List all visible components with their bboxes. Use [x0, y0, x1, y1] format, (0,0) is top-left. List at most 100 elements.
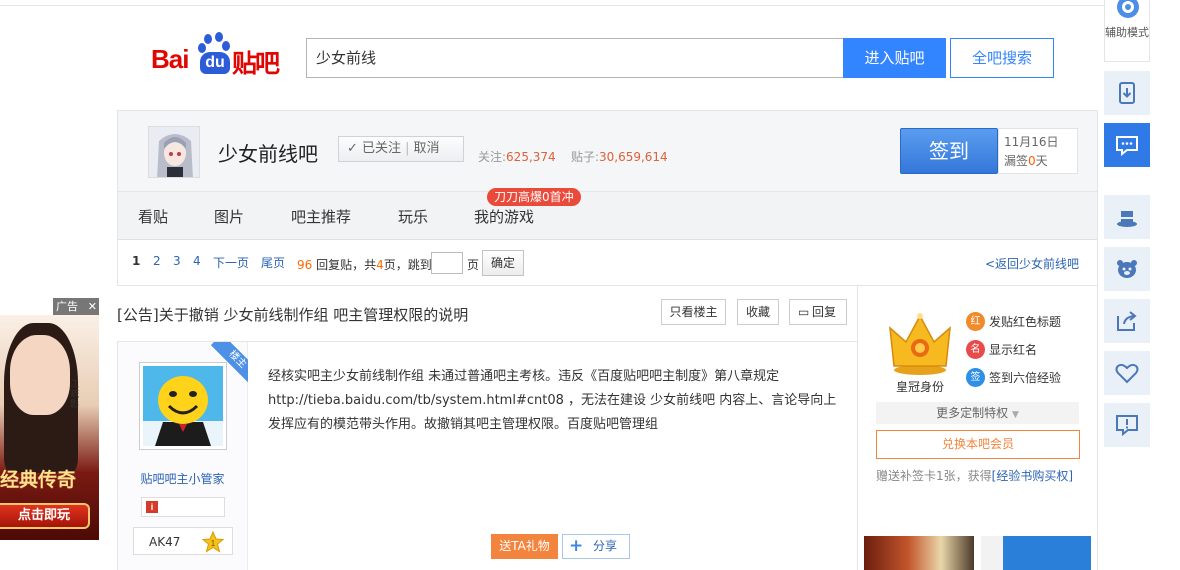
ad-tag: 广告 ✕	[53, 298, 99, 315]
more-privileges-toggle[interactable]: 更多定制特权 ▼	[876, 402, 1079, 424]
unfollow-label[interactable]: 取消	[413, 141, 439, 156]
app-download-button[interactable]	[1104, 71, 1150, 115]
page-1: 1	[132, 254, 141, 268]
heart-icon	[1115, 363, 1139, 384]
reply-button[interactable]: ▭ 回复	[789, 299, 847, 325]
collect-button[interactable]: 收藏	[737, 299, 779, 325]
thread-title: [公告]关于撤销 少女前线制作组 吧主管理权限的说明	[117, 306, 469, 324]
jump-confirm-button[interactable]: 确定	[482, 250, 524, 276]
top-divider	[0, 5, 1104, 6]
magic-hat-button[interactable]	[1104, 195, 1150, 239]
assist-label: 辅助模式	[1105, 26, 1149, 39]
follow-separator: |	[405, 141, 410, 156]
search-all-button[interactable]: 全吧搜索	[950, 38, 1054, 78]
assist-icon	[1117, 0, 1139, 18]
chat-icon	[1116, 136, 1138, 157]
ad-title: 经典传奇	[0, 469, 77, 491]
ad-figure-face	[10, 335, 70, 415]
author-name[interactable]: 贴吧吧主小管家	[117, 470, 248, 487]
level-name: AK47	[149, 535, 181, 549]
tab-posts[interactable]: 看贴	[138, 206, 168, 227]
red-name-icon: 名	[966, 340, 985, 359]
crown-icon[interactable]	[888, 310, 952, 376]
logo-du: du	[200, 52, 230, 74]
assist-mode-button[interactable]: 辅助模式	[1104, 0, 1150, 62]
plus-icon: +	[569, 536, 584, 556]
page-4[interactable]: 4	[193, 254, 201, 268]
logo-bai: Bai	[151, 44, 189, 74]
missed-days: 漏签0天	[1004, 154, 1048, 168]
check-icon: ✓	[347, 141, 358, 156]
logo-paw-2	[215, 32, 223, 42]
followers-count: 625,374	[506, 150, 556, 164]
close-icon[interactable]: ✕	[88, 298, 97, 315]
baidu-tieba-logo[interactable]: Bai du 贴吧	[151, 32, 291, 78]
favorite-button[interactable]	[1104, 351, 1150, 395]
gift-card-text: 赠送补签卡1张，获得[经验书购买权]	[876, 469, 1074, 483]
enter-forum-button[interactable]: 进入贴吧	[843, 38, 946, 78]
sign-date: 11月16日	[1004, 135, 1059, 149]
share-button[interactable]: + 分享	[562, 534, 630, 559]
follow-button[interactable]: ✓ 已关注 | 取消	[338, 136, 464, 162]
content-line-3: 发挥应有的模范带头作用。故撤销其吧主管理权限。百度贴吧管理组	[268, 417, 659, 432]
last-page-link[interactable]: 尾页	[261, 254, 285, 271]
forum-avatar[interactable]	[148, 126, 200, 178]
level-box[interactable]: AK47 1	[133, 527, 233, 555]
report-button[interactable]	[1104, 403, 1150, 447]
logo-tieba: 贴吧	[232, 49, 280, 78]
sign-in-button[interactable]: 签到	[900, 128, 998, 174]
message-button[interactable]	[1104, 123, 1150, 167]
sign-exp-icon: 签	[966, 368, 985, 387]
svg-text:1: 1	[211, 539, 216, 548]
share-side-button[interactable]	[1104, 299, 1150, 343]
content-line-1: 经核实吧主少女前线制作组 未通过普通吧主考核。违反《百度贴吧吧主制度》第八章规定	[268, 369, 780, 384]
info-icon: i	[146, 501, 158, 513]
forum-nav	[117, 192, 1098, 240]
red-title-icon: 红	[966, 312, 985, 331]
redeem-membership-button[interactable]: 兑换本吧会员	[876, 430, 1080, 459]
tab-fun[interactable]: 玩乐	[398, 206, 428, 227]
author-badge[interactable]: i	[141, 497, 225, 517]
tab-images[interactable]: 图片	[214, 206, 244, 227]
logo-paw-1	[204, 34, 212, 44]
forum-stats: 关注:625,374 贴子:30,659,614	[478, 148, 668, 165]
send-gift-button[interactable]: 送TA礼物	[491, 534, 558, 559]
followers-label: 关注:	[478, 150, 507, 164]
tab-my-games[interactable]: 我的游戏	[474, 206, 534, 227]
posts-count: 30,659,614	[598, 150, 668, 164]
chevron-down-icon: ▼	[1011, 410, 1019, 420]
bear-icon	[1117, 260, 1137, 278]
magic-hat-icon	[1117, 211, 1137, 227]
page-2[interactable]: 2	[153, 254, 161, 268]
exp-book-link[interactable]: [经验书购买权]	[992, 469, 1073, 483]
promo-thumbnail-2[interactable]	[981, 536, 1091, 570]
promo-thumbnail-1[interactable]	[864, 536, 974, 570]
left-ad-banner[interactable]: 江疏影 经典传奇 点击即玩	[0, 315, 99, 540]
crown-label: 皇冠身份	[896, 380, 945, 394]
tab-recommended[interactable]: 吧主推荐	[291, 206, 351, 227]
next-page-link[interactable]: 下一页	[213, 254, 249, 271]
back-to-forum-link[interactable]: <返回少女前线吧	[985, 255, 1079, 272]
page-3[interactable]: 3	[173, 254, 181, 268]
reply-label: 回复	[811, 305, 836, 319]
report-icon	[1116, 415, 1138, 437]
reply-info: 96 回复贴，共4页，跳到	[297, 258, 432, 272]
share-label: 分享	[593, 539, 618, 553]
comment-icon: ▭	[798, 305, 810, 319]
post-content: 经核实吧主少女前线制作组 未通过普通吧主考核。违反《百度贴吧吧主制度》第八章规定…	[268, 365, 838, 437]
only-owner-button[interactable]: 只看楼主	[661, 299, 726, 325]
ad-play-button[interactable]: 点击即玩	[0, 503, 90, 529]
logo-paw-4	[222, 41, 230, 51]
logo-paw-3	[198, 43, 206, 53]
posts-label: 贴子:	[570, 150, 599, 164]
jump-page-input[interactable]	[431, 252, 463, 274]
owner-ribbon: 楼主	[208, 342, 248, 382]
search-input[interactable]: 少女前线	[306, 38, 844, 78]
promo-badge[interactable]: 刀刀高爆0首冲	[487, 188, 581, 206]
ad-name: 江疏影	[70, 380, 80, 410]
forum-name[interactable]: 少女前线吧	[218, 138, 318, 167]
share-icon	[1117, 311, 1137, 331]
content-line-2: http://tieba.baidu.com/tb/system.html#cn…	[268, 393, 837, 408]
page-suffix: 页	[467, 258, 480, 272]
bear-button[interactable]	[1104, 247, 1150, 291]
